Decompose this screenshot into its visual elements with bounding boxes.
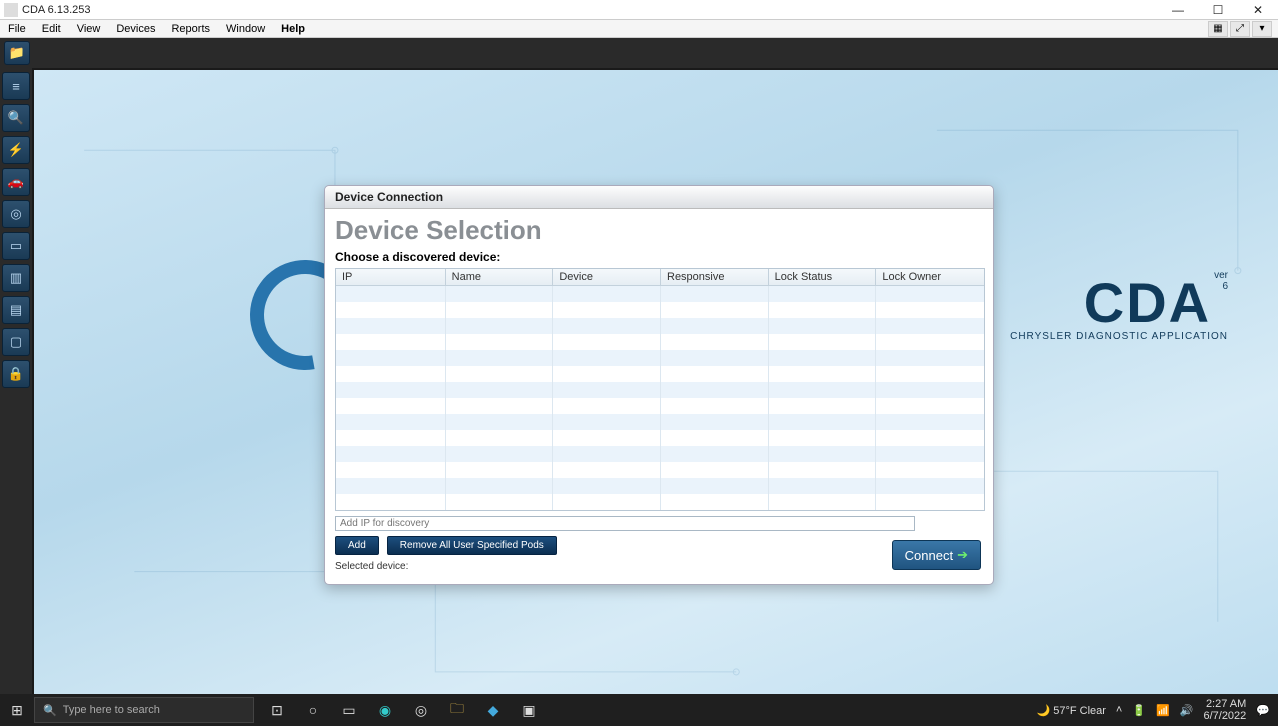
table-row[interactable]	[336, 462, 984, 478]
table-row[interactable]	[336, 302, 984, 318]
arrow-right-icon: ➔	[957, 547, 968, 563]
table-row[interactable]	[336, 382, 984, 398]
dropdown-icon[interactable]: ▾	[1252, 21, 1272, 37]
connect-label: Connect	[905, 548, 953, 563]
search-icon: 🔍	[43, 704, 57, 717]
menu-reports[interactable]: Reports	[163, 23, 218, 35]
minimize-button[interactable]: —	[1158, 3, 1198, 17]
table-row[interactable]	[336, 430, 984, 446]
task-view-icon[interactable]: ⊡	[264, 697, 290, 723]
table-row[interactable]	[336, 478, 984, 494]
logo-text: CDA	[1084, 270, 1211, 335]
table-row[interactable]	[336, 318, 984, 334]
grid-icon[interactable]: ▦	[1208, 21, 1228, 37]
explorer-icon[interactable]: ▭	[336, 697, 362, 723]
menubar: File Edit View Devices Reports Window He…	[0, 20, 1278, 38]
table-row[interactable]	[336, 334, 984, 350]
ip-input[interactable]	[335, 516, 915, 531]
menu-edit[interactable]: Edit	[34, 23, 69, 35]
search-placeholder: Type here to search	[63, 704, 160, 716]
dialog-title: Device Connection	[325, 186, 993, 209]
tray-chevron-icon[interactable]: ˄	[1116, 704, 1122, 716]
chrome-icon[interactable]: ◎	[408, 697, 434, 723]
logo-version: ver6	[1214, 270, 1228, 292]
sidebar-vehicle-icon[interactable]: 🚗	[2, 168, 30, 196]
window-title: CDA 6.13.253	[22, 4, 91, 16]
col-name[interactable]: Name	[446, 269, 554, 286]
menu-devices[interactable]: Devices	[108, 23, 163, 35]
tray-volume-icon[interactable]: 🔊	[1180, 704, 1194, 717]
menu-file[interactable]: File	[0, 23, 34, 35]
titlebar: CDA 6.13.253 — ☐ ✕	[0, 0, 1278, 20]
folder-icon[interactable]: 🗀	[444, 697, 470, 723]
add-button[interactable]: Add	[335, 536, 379, 555]
sidebar-screen-icon[interactable]: ▢	[2, 328, 30, 356]
tray-network-icon[interactable]: 📶	[1156, 704, 1170, 717]
sidebar-gauge-icon[interactable]: ▭	[2, 232, 30, 260]
table-body[interactable]	[336, 286, 984, 510]
choose-label: Choose a discovered device:	[335, 250, 983, 264]
table-row[interactable]	[336, 398, 984, 414]
col-device[interactable]: Device	[553, 269, 661, 286]
app-icon	[4, 3, 18, 17]
maximize-button[interactable]: ☐	[1198, 3, 1238, 17]
table-row[interactable]	[336, 286, 984, 302]
expand-icon[interactable]: ⤢	[1230, 21, 1250, 37]
sidebar: ≡ 🔍 ⚡ 🚗 ◎ ▭ ▥ ▤ ▢ 🔒	[0, 68, 32, 726]
folder-icon[interactable]: 📁	[4, 41, 30, 65]
sidebar-lock-icon[interactable]: 🔒	[2, 360, 30, 388]
start-button[interactable]: ⊞	[0, 702, 34, 719]
sidebar-layout-icon[interactable]: ▥	[2, 264, 30, 292]
tray-notifications-icon[interactable]: 💬	[1256, 704, 1270, 717]
col-ip[interactable]: IP	[336, 269, 446, 286]
content-area: CDAver6 CHRYSLER DIAGNOSTIC APPLICATION …	[32, 68, 1278, 726]
sidebar-search-icon[interactable]: 🔍	[2, 104, 30, 132]
device-connection-dialog: Device Connection Device Selection Choos…	[324, 185, 994, 585]
sidebar-menu-icon[interactable]: ≡	[2, 72, 30, 100]
menu-view[interactable]: View	[69, 23, 109, 35]
taskbar-search[interactable]: 🔍 Type here to search	[34, 697, 254, 723]
tray-battery-icon[interactable]: 🔋	[1132, 704, 1146, 717]
col-responsive[interactable]: Responsive	[661, 269, 769, 286]
table-row[interactable]	[336, 350, 984, 366]
remove-pods-button[interactable]: Remove All User Specified Pods	[387, 536, 557, 555]
col-lock-status[interactable]: Lock Status	[769, 269, 877, 286]
device-table[interactable]: IP Name Device Responsive Lock Status Lo…	[335, 268, 985, 511]
close-button[interactable]: ✕	[1238, 3, 1278, 17]
table-row[interactable]	[336, 494, 984, 510]
table-row[interactable]	[336, 446, 984, 462]
sidebar-target-icon[interactable]: ◎	[2, 200, 30, 228]
cda-app-icon[interactable]: ▣	[516, 697, 542, 723]
connect-button[interactable]: Connect ➔	[892, 540, 981, 570]
dialog-heading: Device Selection	[335, 215, 983, 246]
weather-widget[interactable]: 🌙 57°F Clear	[1036, 704, 1105, 717]
toolbar: 📁	[0, 38, 1278, 68]
col-lock-owner[interactable]: Lock Owner	[876, 269, 984, 286]
taskbar: ⊞ 🔍 Type here to search ⊡ ○ ▭ ◉ ◎ 🗀 ◆ ▣ …	[0, 694, 1278, 726]
selected-device-label: Selected device:	[335, 561, 983, 572]
sidebar-flash-icon[interactable]: ⚡	[2, 136, 30, 164]
logo-tagline: CHRYSLER DIAGNOSTIC APPLICATION	[1010, 331, 1228, 342]
tray-clock[interactable]: 2:27 AM 6/7/2022	[1203, 698, 1246, 722]
brand-logo: CDAver6 CHRYSLER DIAGNOSTIC APPLICATION	[1010, 270, 1228, 342]
menu-window[interactable]: Window	[218, 23, 273, 35]
table-row[interactable]	[336, 366, 984, 382]
menu-help[interactable]: Help	[273, 23, 313, 35]
table-row[interactable]	[336, 414, 984, 430]
cortana-icon[interactable]: ○	[300, 697, 326, 723]
edge-icon[interactable]: ◉	[372, 697, 398, 723]
sidebar-chart-icon[interactable]: ▤	[2, 296, 30, 324]
teamviewer-icon[interactable]: ◆	[480, 697, 506, 723]
